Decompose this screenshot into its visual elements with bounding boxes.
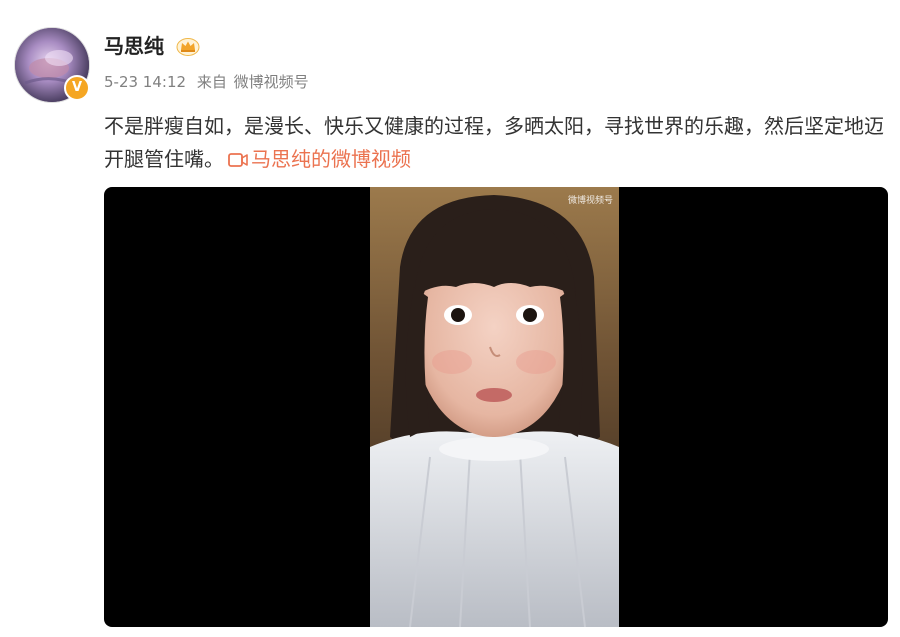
weibo-post: V 马思纯 5-23 14:12 来自 微博视频号 不是胖瘦自如，是漫长、快乐又… xyxy=(0,0,900,637)
video-frame[interactable]: 微博视频号 xyxy=(370,187,619,627)
crown-icon[interactable] xyxy=(176,36,200,56)
post-body: 不是胖瘦自如，是漫长、快乐又健康的过程，多晒太阳，寻找世界的乐趣，然后坚定地迈开… xyxy=(104,114,884,171)
video-player[interactable]: 微博视频号 xyxy=(104,187,888,627)
avatar-container[interactable]: V xyxy=(14,27,90,103)
from-label: 来自 xyxy=(196,73,227,91)
post-meta: 5-23 14:12 来自 微博视频号 xyxy=(104,72,315,92)
video-link-label: 马思纯的微博视频 xyxy=(251,147,411,171)
post-time[interactable]: 5-23 14:12 xyxy=(104,73,186,91)
user-name[interactable]: 马思纯 xyxy=(104,33,164,59)
video-camera-icon xyxy=(228,153,248,167)
video-watermark: 微博视频号 xyxy=(567,196,613,206)
post-text: 不是胖瘦自如，是漫长、快乐又健康的过程，多晒太阳，寻找世界的乐趣，然后坚定地迈开… xyxy=(104,110,890,176)
video-still-image xyxy=(370,187,619,627)
verified-badge: V xyxy=(64,75,90,101)
post-source[interactable]: 微博视频号 xyxy=(234,73,309,91)
video-link[interactable]: 马思纯的微博视频 xyxy=(224,147,411,171)
